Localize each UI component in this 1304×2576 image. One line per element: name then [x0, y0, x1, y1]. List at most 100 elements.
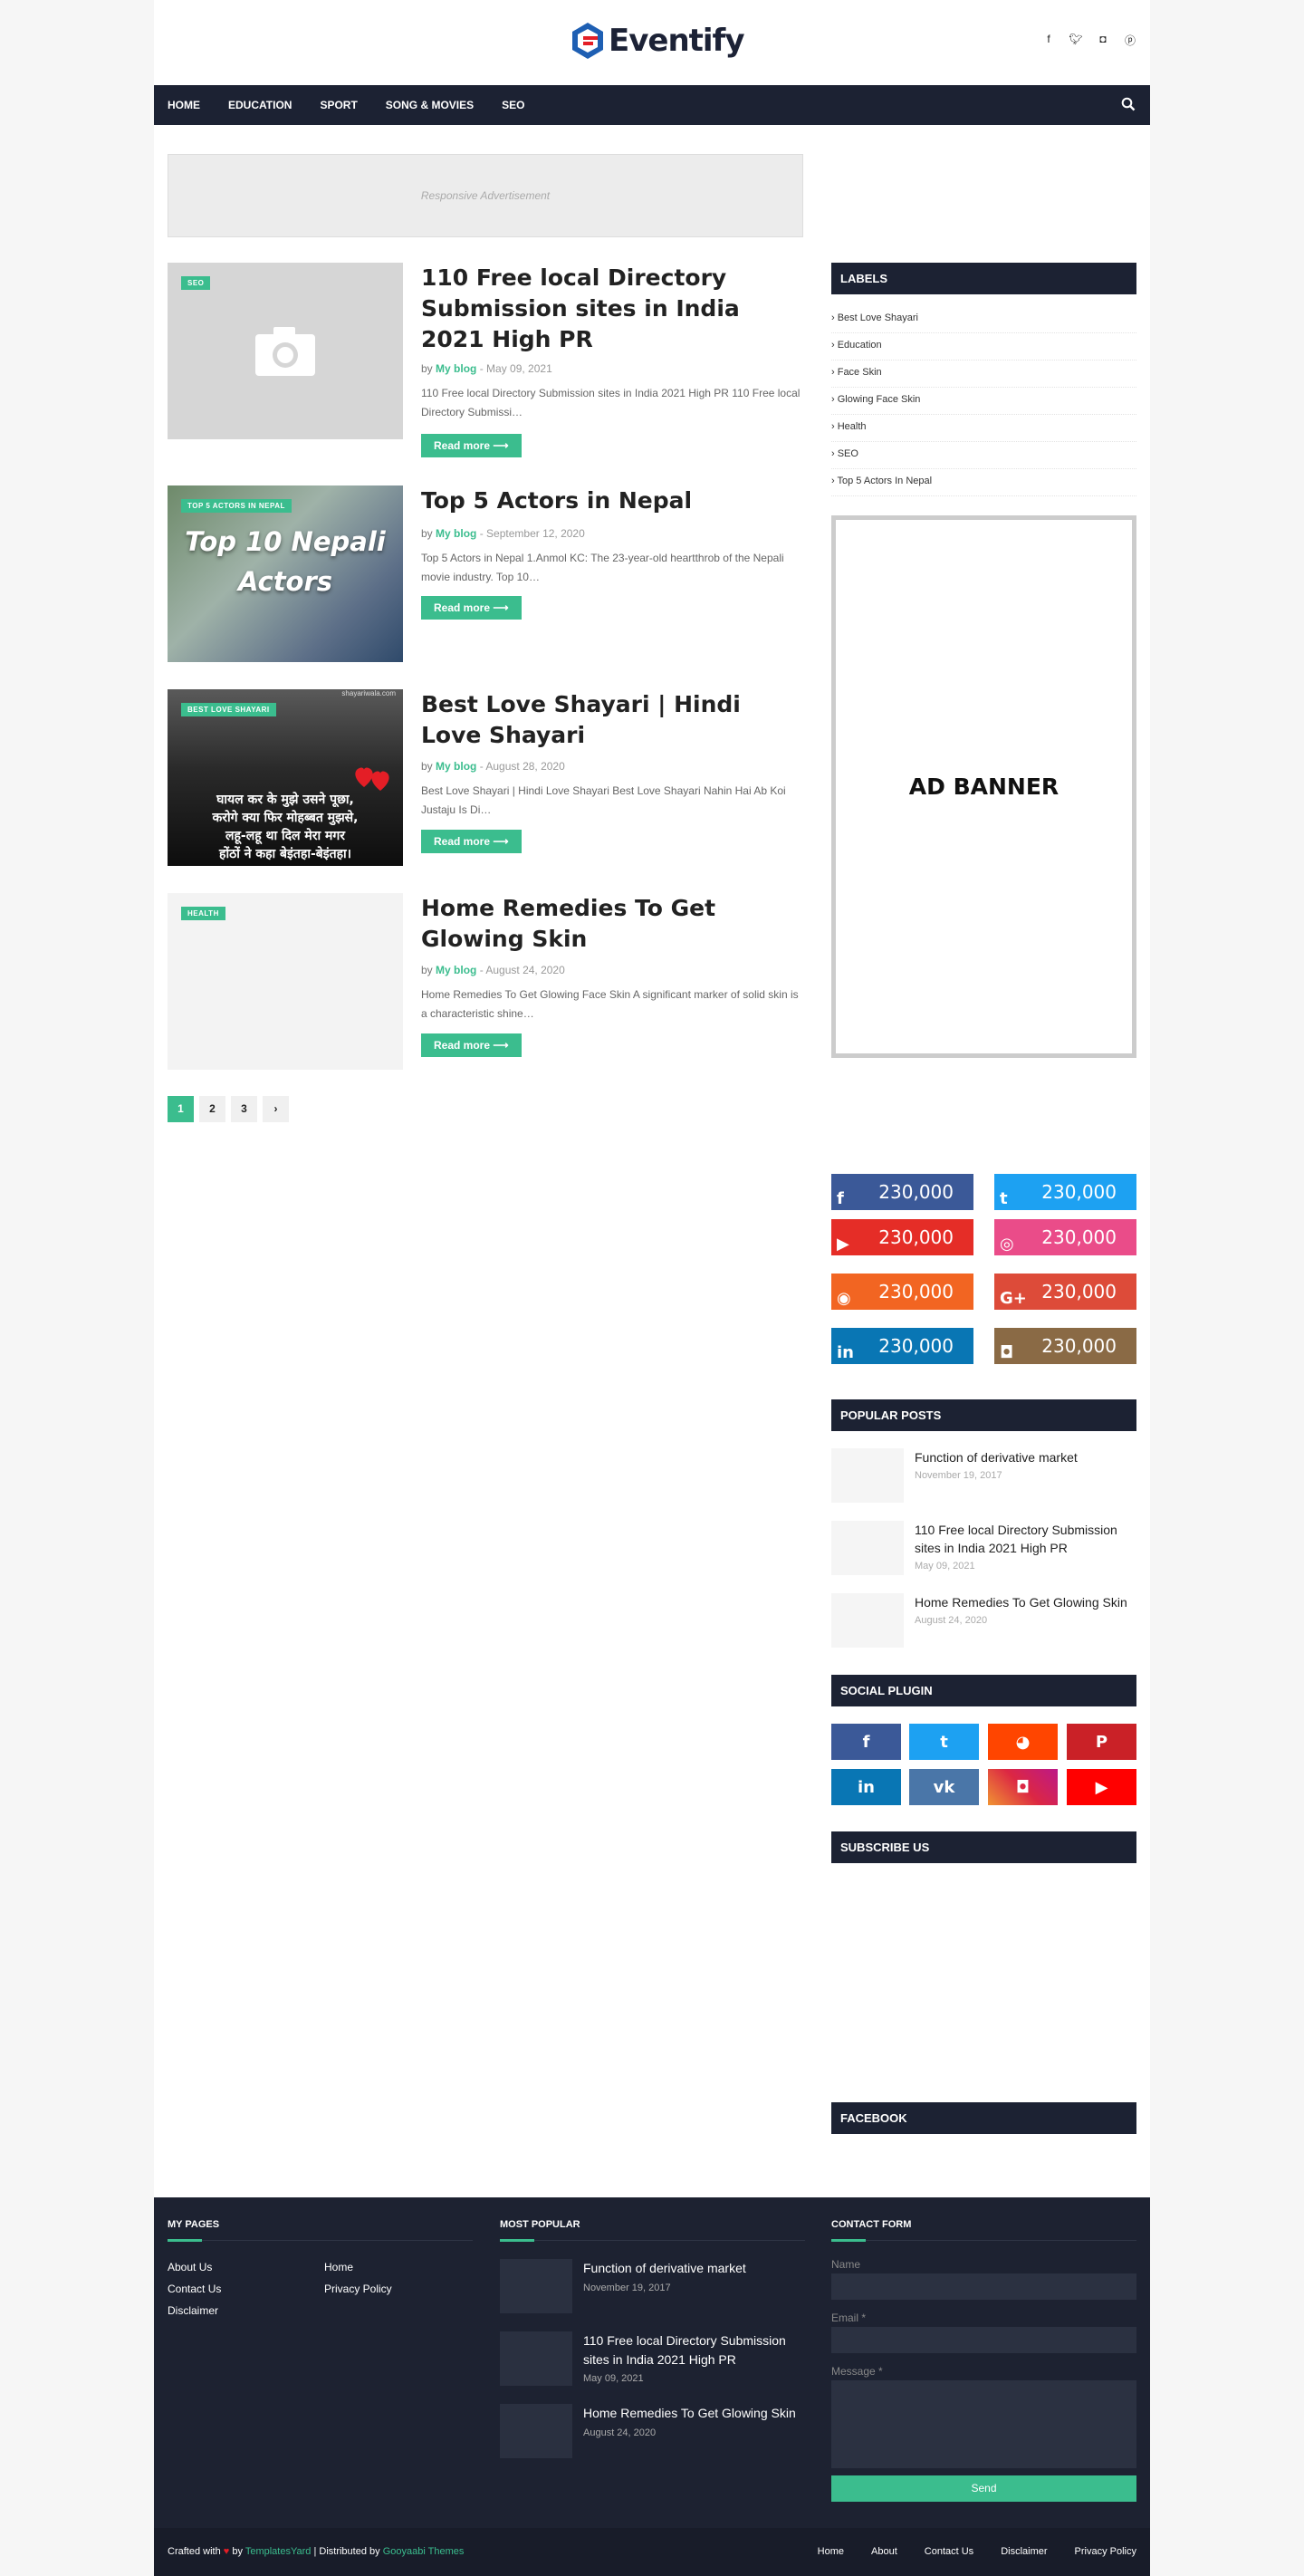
page-2-button[interactable]: 2: [199, 1096, 225, 1122]
reddit-icon[interactable]: ◕: [988, 1724, 1058, 1760]
facebook-icon[interactable]: f: [1041, 33, 1056, 48]
nav-item-seo[interactable]: SEO: [502, 99, 524, 111]
google-plus-counter[interactable]: G+ 230,000: [994, 1274, 1136, 1310]
name-field[interactable]: [831, 2273, 1136, 2300]
post-title[interactable]: Best Love Shayari | Hindi Love Shayari: [421, 689, 801, 751]
label-link[interactable]: › Health: [831, 415, 1136, 442]
post-title[interactable]: Top 5 Actors in Nepal: [421, 485, 801, 516]
post-thumbnail[interactable]: HEALTH: [168, 893, 403, 1070]
youtube-counter[interactable]: ▶ 230,000: [831, 1219, 973, 1255]
youtube-icon[interactable]: ▶: [1067, 1769, 1136, 1805]
post-title[interactable]: 110 Free local Directory Submission site…: [421, 263, 801, 355]
instagram-counter[interactable]: ◘ 230,000: [994, 1328, 1136, 1364]
popular-post-item[interactable]: Home Remedies To Get Glowing Skin August…: [831, 1593, 1136, 1648]
popular-post-title[interactable]: Home Remedies To Get Glowing Skin: [915, 1593, 1136, 1611]
footer-popular-thumbnail[interactable]: [500, 2331, 572, 2386]
vk-icon[interactable]: vk: [909, 1769, 979, 1805]
footer-popular-item[interactable]: Function of derivative market November 1…: [500, 2259, 808, 2313]
footer-popular-title[interactable]: 110 Free local Directory Submission site…: [583, 2331, 810, 2369]
linkedin-counter[interactable]: in 230,000: [831, 1328, 973, 1364]
bottom-link-about[interactable]: About: [871, 2546, 897, 2557]
post-tag[interactable]: BEST LOVE SHAYARI: [181, 703, 276, 716]
label-link[interactable]: › Face Skin: [831, 360, 1136, 388]
popular-post-thumbnail[interactable]: [831, 1593, 904, 1648]
popular-post-thumbnail[interactable]: [831, 1448, 904, 1503]
email-field[interactable]: [831, 2327, 1136, 2353]
post-thumbnail[interactable]: shayariwala.com घायल कर के मुझे उसने पूछ…: [168, 689, 403, 866]
bottom-link-contact[interactable]: Contact Us: [925, 2546, 973, 2557]
read-more-button[interactable]: Read more ⟶: [421, 596, 522, 620]
label-link[interactable]: › Glowing Face Skin: [831, 388, 1136, 415]
read-more-button[interactable]: Read more ⟶: [421, 434, 522, 457]
footer-link-privacy[interactable]: Privacy Policy: [324, 2283, 392, 2295]
popular-post-title[interactable]: Function of derivative market: [915, 1448, 1136, 1466]
popular-post-thumbnail[interactable]: [831, 1521, 904, 1575]
post-tag[interactable]: SEO: [181, 276, 211, 290]
nav-item-sport[interactable]: SPORT: [320, 99, 357, 111]
footer-link-contact[interactable]: Contact Us: [168, 2283, 221, 2295]
footer-popular-thumbnail[interactable]: [500, 2259, 572, 2313]
footer-link-disclaimer[interactable]: Disclaimer: [168, 2304, 218, 2317]
label-link[interactable]: › Top 5 Actors In Nepal: [831, 469, 1136, 496]
footer-popular-title[interactable]: Function of derivative market: [583, 2259, 810, 2278]
bottom-link-privacy[interactable]: Privacy Policy: [1075, 2546, 1136, 2557]
facebook-icon[interactable]: f: [831, 1724, 901, 1760]
name-label: Name: [831, 2258, 861, 2271]
ad-banner[interactable]: AD BANNER: [831, 515, 1136, 1058]
popular-post-item[interactable]: 110 Free local Directory Submission site…: [831, 1521, 1136, 1575]
bottom-link-disclaimer[interactable]: Disclaimer: [1001, 2546, 1047, 2557]
instagram-icon[interactable]: ◘: [988, 1769, 1058, 1805]
post-thumbnail[interactable]: Top 10 Nepali Actors TOP 5 ACTORS IN NEP…: [168, 485, 403, 662]
read-more-button[interactable]: Read more ⟶: [421, 1033, 522, 1057]
post-title[interactable]: Home Remedies To Get Glowing Skin: [421, 893, 801, 955]
rss-icon: ◉: [837, 1289, 851, 1308]
next-page-button[interactable]: ›: [263, 1096, 289, 1122]
twitter-icon[interactable]: t: [909, 1724, 979, 1760]
twitter-counter[interactable]: t 230,000: [994, 1174, 1136, 1210]
rss-counter[interactable]: ◉ 230,000: [831, 1274, 973, 1310]
site-logo[interactable]: Eventify: [570, 19, 745, 62]
post-author[interactable]: My blog: [436, 760, 476, 773]
label-link[interactable]: › Best Love Shayari: [831, 306, 1136, 333]
popular-post-title[interactable]: 110 Free local Directory Submission site…: [915, 1521, 1136, 1557]
footer-popular-item[interactable]: 110 Free local Directory Submission site…: [500, 2331, 808, 2386]
pinterest-icon[interactable]: ⓟ: [1123, 33, 1137, 48]
footer-link-home[interactable]: Home: [324, 2261, 353, 2273]
gooyaabi-link[interactable]: Gooyaabi Themes: [383, 2546, 465, 2557]
dribbble-counter[interactable]: ◎ 230,000: [994, 1219, 1136, 1255]
message-field[interactable]: [831, 2380, 1136, 2468]
footer-popular-item[interactable]: Home Remedies To Get Glowing Skin August…: [500, 2404, 808, 2458]
page-3-button[interactable]: 3: [231, 1096, 257, 1122]
post-author[interactable]: My blog: [436, 362, 476, 375]
templatesyard-link[interactable]: TemplatesYard: [245, 2546, 312, 2557]
nav-item-song-movies[interactable]: SONG & MOVIES: [386, 99, 474, 111]
facebook-counter[interactable]: f 230,000: [831, 1174, 973, 1210]
site-header: Eventify f 🐦︎ ◘ ⓟ: [154, 0, 1150, 85]
instagram-icon[interactable]: ◘: [1096, 33, 1110, 48]
post-author[interactable]: My blog: [436, 964, 476, 976]
post-thumbnail[interactable]: SEO: [168, 263, 403, 439]
logo-icon: [572, 23, 603, 59]
post-meta: by My blog - May 09, 2021: [421, 362, 552, 375]
footer-popular-title[interactable]: Home Remedies To Get Glowing Skin: [583, 2404, 810, 2423]
responsive-ad[interactable]: Responsive Advertisement: [168, 154, 803, 237]
twitter-icon[interactable]: 🐦︎: [1069, 33, 1083, 48]
post-tag[interactable]: TOP 5 ACTORS IN NEPAL: [181, 499, 292, 513]
linkedin-icon[interactable]: in: [831, 1769, 901, 1805]
nav-item-education[interactable]: EDUCATION: [228, 99, 292, 111]
pinterest-icon[interactable]: P: [1067, 1724, 1136, 1760]
ad-label: Responsive Advertisement: [420, 189, 551, 202]
label-link[interactable]: › Education: [831, 333, 1136, 360]
popular-post-item[interactable]: Function of derivative market November 1…: [831, 1448, 1136, 1503]
send-button[interactable]: Send: [831, 2475, 1136, 2502]
post-tag[interactable]: HEALTH: [181, 907, 225, 920]
post-author[interactable]: My blog: [436, 527, 476, 540]
nav-item-home[interactable]: HOME: [168, 99, 200, 111]
read-more-button[interactable]: Read more ⟶: [421, 830, 522, 853]
search-icon[interactable]: [1121, 97, 1136, 111]
bottom-link-home[interactable]: Home: [818, 2546, 844, 2557]
footer-link-about[interactable]: About Us: [168, 2261, 212, 2273]
page-1-button[interactable]: 1: [168, 1096, 194, 1122]
label-link[interactable]: › SEO: [831, 442, 1136, 469]
footer-popular-thumbnail[interactable]: [500, 2404, 572, 2458]
